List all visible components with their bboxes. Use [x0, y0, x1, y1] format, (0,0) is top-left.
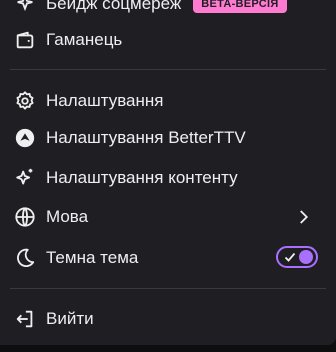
- menu-item-language[interactable]: Мова: [10, 200, 326, 234]
- dark-theme-toggle[interactable]: [276, 246, 318, 268]
- menu-item-content-settings[interactable]: Налаштування контенту: [10, 161, 326, 195]
- dark-theme-label: Темна тема: [46, 248, 139, 267]
- menu-item-social-badge[interactable]: Бейдж соцмереж BETA-ВЕРСІЯ: [10, 0, 326, 21]
- logout-icon: [14, 308, 36, 330]
- menu-divider: [10, 288, 326, 289]
- menu-item-settings[interactable]: Налаштування: [10, 84, 326, 118]
- menu-item-wallet[interactable]: Гаманець: [10, 23, 326, 57]
- menu-item-dark-theme[interactable]: Темна тема: [10, 241, 326, 275]
- beta-badge: BETA-ВЕРСІЯ: [193, 0, 287, 13]
- chevron-right-icon: [300, 210, 309, 224]
- menu-item-bttv-settings[interactable]: Налаштування BetterTTV: [10, 121, 326, 155]
- wallet-icon: [14, 29, 36, 51]
- wallet-label: Гаманець: [46, 30, 123, 49]
- menu-divider: [10, 69, 326, 70]
- globe-icon: [14, 206, 36, 228]
- logout-label: Вийти: [46, 309, 94, 328]
- user-dropdown-menu: Бейдж соцмереж BETA-ВЕРСІЯ Гаманець Нала…: [0, 0, 336, 345]
- badge-sparkle-icon: [14, 0, 36, 15]
- page-background: [0, 345, 336, 352]
- bttv-icon: [14, 127, 36, 149]
- check-icon: [284, 252, 296, 262]
- sparkles-icon: [14, 167, 36, 189]
- social-badge-label: Бейдж соцмереж: [46, 0, 182, 13]
- content-settings-label: Налаштування контенту: [46, 168, 238, 187]
- toggle-knob: [299, 250, 313, 264]
- menu-item-logout[interactable]: Вийти: [10, 302, 326, 336]
- gear-icon: [14, 90, 36, 112]
- bttv-settings-label: Налаштування BetterTTV: [46, 128, 246, 147]
- settings-label: Налаштування: [46, 91, 164, 110]
- language-label: Мова: [46, 207, 89, 226]
- moon-icon: [14, 247, 36, 269]
